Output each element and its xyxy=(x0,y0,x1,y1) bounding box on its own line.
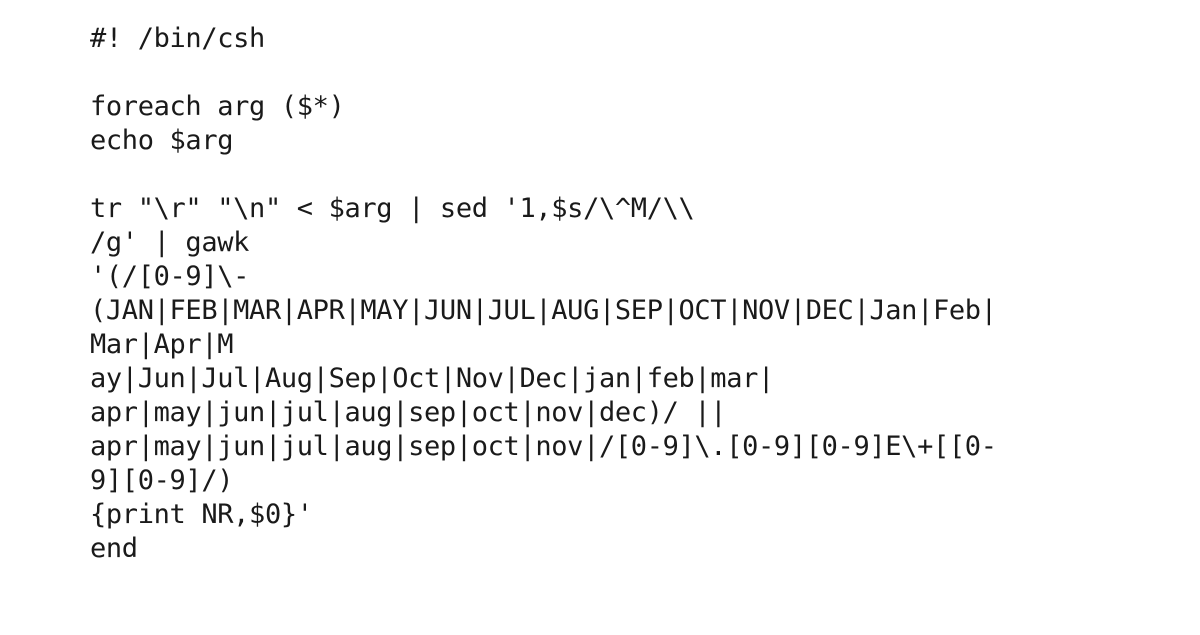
code-line-9: (JAN|FEB|MAR|APR|MAY|JUN|JUL|AUG|SEP|OCT… xyxy=(90,295,997,326)
code-line-14: 9][0-9]/) xyxy=(90,465,234,496)
code-line-7: /g' | gawk xyxy=(90,227,250,258)
code-line-1: #! /bin/csh xyxy=(90,23,265,54)
code-line-4: echo $arg xyxy=(90,125,234,156)
code-line-16: end xyxy=(90,533,138,564)
code-line-10: Mar|Apr|M xyxy=(90,329,234,360)
code-line-6: tr "\r" "\n" < $arg | sed '1,$s/\^M/\\ xyxy=(90,193,695,224)
code-line-3: foreach arg ($*) xyxy=(90,91,345,122)
script-listing: #! /bin/csh foreach arg ($*) echo $arg t… xyxy=(90,22,1180,566)
code-line-15: {print NR,$0}' xyxy=(90,499,313,530)
code-line-8: '(/[0-9]\- xyxy=(90,261,250,292)
code-line-11: ay|Jun|Jul|Aug|Sep|Oct|Nov|Dec|jan|feb|m… xyxy=(90,363,774,394)
code-line-12: apr|may|jun|jul|aug|sep|oct|nov|dec)/ || xyxy=(90,397,727,428)
code-line-13: apr|may|jun|jul|aug|sep|oct|nov|/[0-9]\.… xyxy=(90,431,997,462)
